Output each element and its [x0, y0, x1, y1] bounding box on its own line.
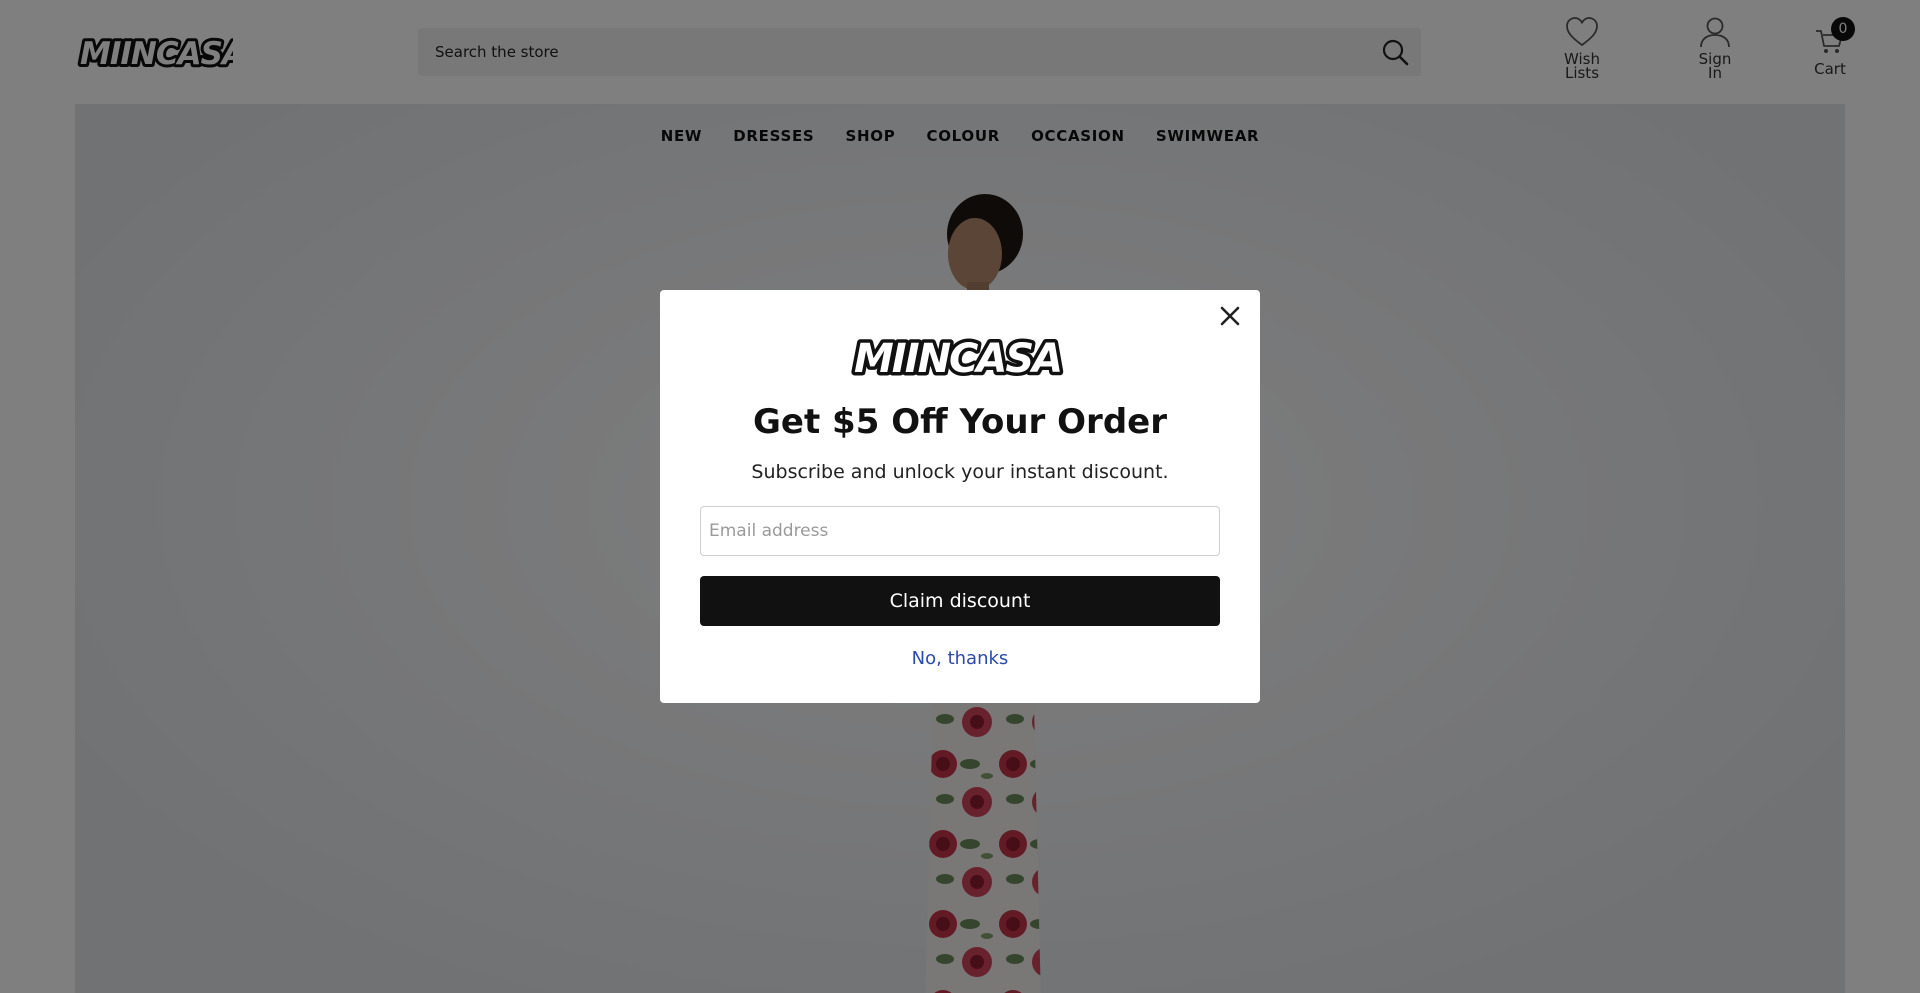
no-thanks-link[interactable]: No, thanks: [660, 648, 1260, 669]
popup-subtitle: Subscribe and unlock your instant discou…: [751, 461, 1169, 483]
popup-logo: MIINCASA MIINCASA MIINCASA: [851, 334, 1067, 380]
svg-text:MIINCASA: MIINCASA: [854, 336, 1061, 380]
close-icon[interactable]: [1216, 302, 1244, 330]
claim-discount-button[interactable]: Claim discount: [700, 576, 1220, 626]
email-field[interactable]: [700, 506, 1220, 556]
popup-title: Get $5 Off Your Order: [753, 402, 1167, 442]
discount-popup: MIINCASA MIINCASA MIINCASA Get $5 Off Yo…: [660, 290, 1260, 703]
